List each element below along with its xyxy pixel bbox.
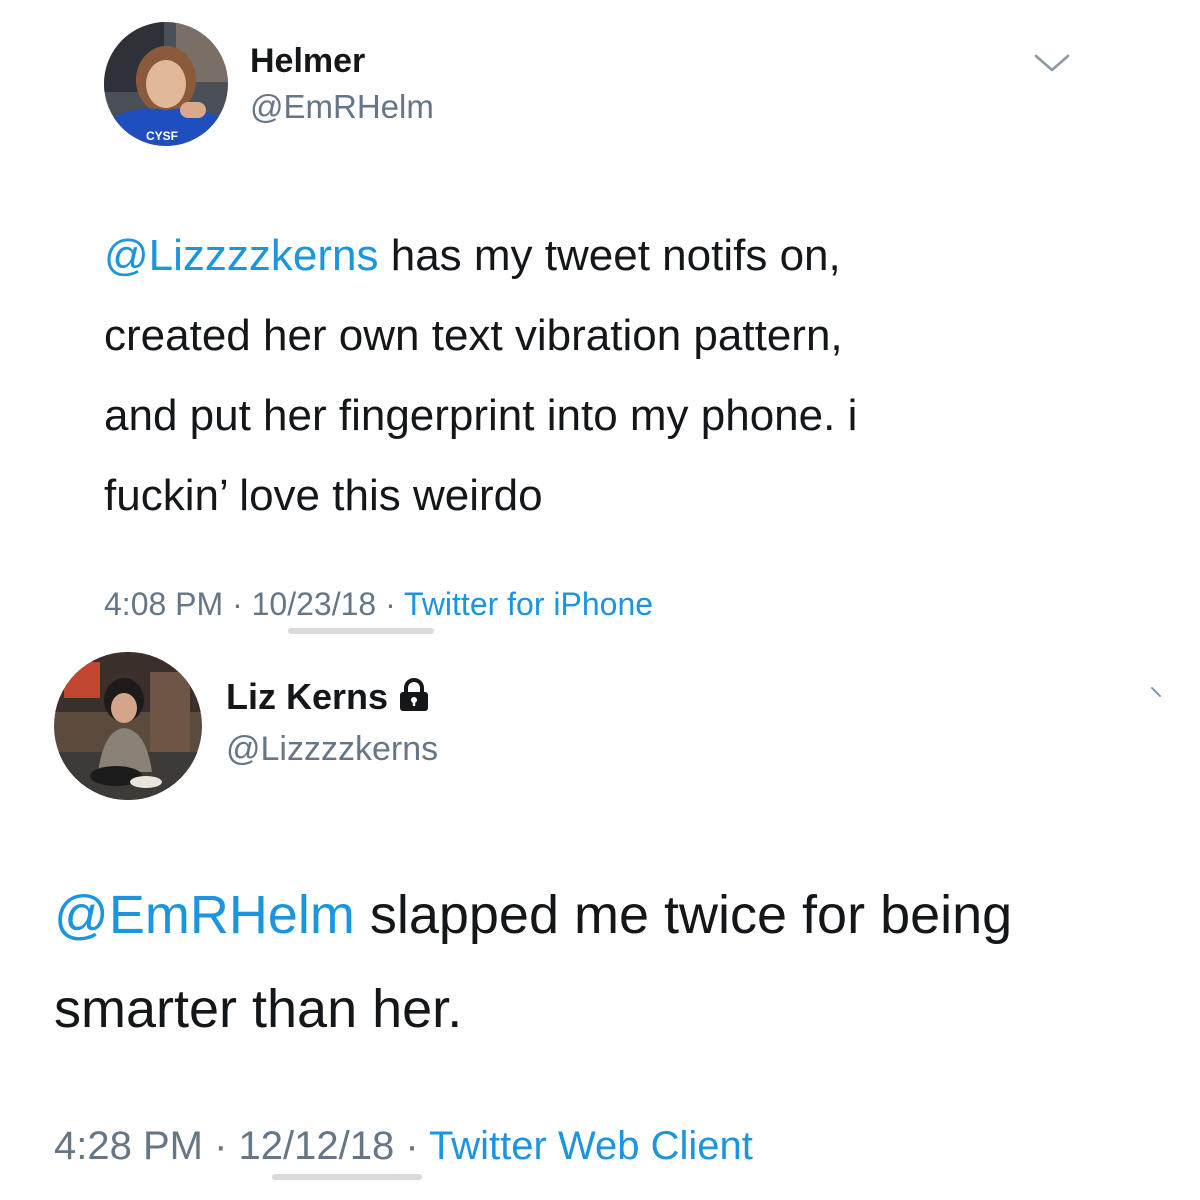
- tweet-line-3: and put her fingerprint into my phone. i: [104, 391, 858, 440]
- tweet-1: CYSF Helmer @EmRHelm @Lizzzzkerns has my…: [0, 0, 1200, 640]
- chevron-down-icon: [1151, 687, 1161, 697]
- date-underline: [272, 1174, 422, 1180]
- chevron-down-icon: [1034, 54, 1070, 72]
- svg-text:CYSF: CYSF: [146, 129, 178, 143]
- profile-photo-icon: CYSF: [104, 22, 228, 146]
- display-name[interactable]: Helmer: [250, 42, 365, 81]
- tweet-line-2: smarter than her.: [54, 979, 463, 1039]
- tweet-line-1: @EmRHelm slapped me twice for being: [54, 868, 1174, 962]
- display-name[interactable]: Liz Kerns: [226, 676, 430, 721]
- avatar-helmer[interactable]: CYSF: [104, 22, 228, 146]
- user-handle[interactable]: @Lizzzzkerns: [226, 730, 438, 769]
- mention-link[interactable]: @Lizzzzkerns: [104, 231, 379, 280]
- tweet-menu-button[interactable]: [1032, 50, 1072, 76]
- tweet-text: @EmRHelm slapped me twice for being smar…: [54, 868, 1174, 1056]
- tweet-meta: 4:28 PM · 12/12/18 · Twitter Web Client: [54, 1124, 753, 1169]
- date-underline: [288, 628, 434, 634]
- meta-separator: ·: [202, 1124, 239, 1168]
- tweet-line-1: @Lizzzzkerns has my tweet notifs on,: [104, 216, 1164, 296]
- tweet-meta: 4:08 PM · 10/23/18 · Twitter for iPhone: [104, 586, 653, 623]
- tweet-source[interactable]: Twitter for iPhone: [404, 586, 653, 622]
- mention-link[interactable]: @EmRHelm: [54, 885, 355, 945]
- meta-separator: ·: [376, 586, 405, 622]
- meta-separator: ·: [223, 586, 252, 622]
- tweet-time: 4:08 PM: [104, 586, 224, 622]
- tweet-source[interactable]: Twitter Web Client: [429, 1124, 753, 1168]
- tweet-line-text: has my tweet notifs on,: [378, 231, 841, 280]
- tweet-text: @Lizzzzkerns has my tweet notifs on, cre…: [104, 216, 1164, 536]
- tweet-time: 4:28 PM: [54, 1124, 203, 1168]
- lock-icon: [398, 678, 430, 721]
- meta-separator: ·: [394, 1124, 430, 1168]
- tweet-2: Liz Kerns @Lizzzzkerns @EmRHelm slapped …: [0, 640, 1200, 1200]
- tweet-date[interactable]: 12/12/18: [239, 1124, 395, 1168]
- display-name-text: Liz Kerns: [226, 676, 389, 717]
- avatar-liz-kerns[interactable]: [54, 652, 202, 800]
- tweet-menu-button[interactable]: [1148, 684, 1164, 700]
- tweet-line-2: created her own text vibration pattern,: [104, 311, 843, 360]
- tweet-line-text: slapped me twice for being: [354, 885, 1013, 945]
- user-handle[interactable]: @EmRHelm: [250, 88, 434, 126]
- tweet-line-4: fuckin’ love this weirdo: [104, 471, 543, 520]
- tweet-date[interactable]: 10/23/18: [252, 586, 377, 622]
- profile-photo-icon: [54, 652, 202, 800]
